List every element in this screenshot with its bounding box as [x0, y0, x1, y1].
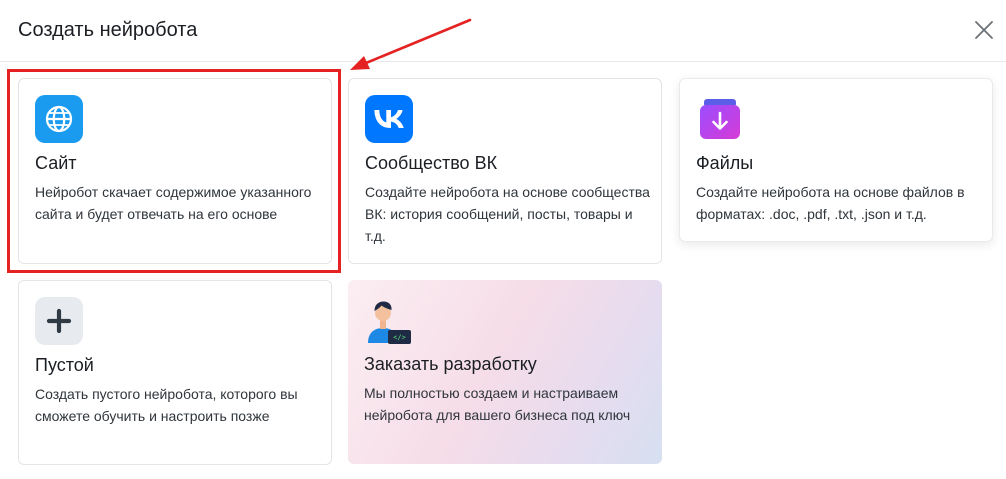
- close-icon: [975, 21, 993, 39]
- card-files[interactable]: Файлы Создайте нейробота на основе файло…: [679, 78, 993, 242]
- dialog-title: Создать нейробота: [18, 19, 198, 41]
- close-button[interactable]: [973, 19, 995, 41]
- card-description: Создайте нейробота на основе сообщества …: [365, 184, 650, 244]
- card-title: Сайт: [35, 153, 77, 173]
- card-order-development[interactable]: </> Заказать разработку Мы полностью соз…: [348, 280, 662, 464]
- card-description: Мы полностью создаем и настраиваем нейро…: [364, 385, 631, 423]
- card-title: Пустой: [35, 355, 94, 375]
- developer-avatar-icon: </>: [364, 296, 412, 344]
- dialog-header: Создать нейробота: [0, 0, 1006, 62]
- plus-icon: [35, 297, 83, 345]
- card-empty[interactable]: Пустой Создать пустого нейробота, которо…: [18, 280, 332, 465]
- vk-logo-icon: [365, 95, 413, 143]
- card-description: Создать пустого нейробота, которого вы с…: [35, 386, 298, 424]
- globe-icon: [35, 95, 83, 143]
- card-description: Нейробот скачает содержимое указанного с…: [35, 184, 312, 222]
- card-title: Сообщество ВК: [365, 153, 498, 173]
- card-vk-community[interactable]: Сообщество ВК Создайте нейробота на осно…: [348, 78, 662, 264]
- card-website[interactable]: Сайт Нейробот скачает содержимое указанн…: [18, 78, 332, 264]
- card-description: Создайте нейробота на основе файлов в фо…: [696, 184, 965, 222]
- card-title: Файлы: [696, 153, 754, 173]
- card-title: Заказать разработку: [364, 354, 537, 374]
- file-download-icon: [696, 95, 744, 143]
- svg-text:</>: </>: [393, 334, 406, 342]
